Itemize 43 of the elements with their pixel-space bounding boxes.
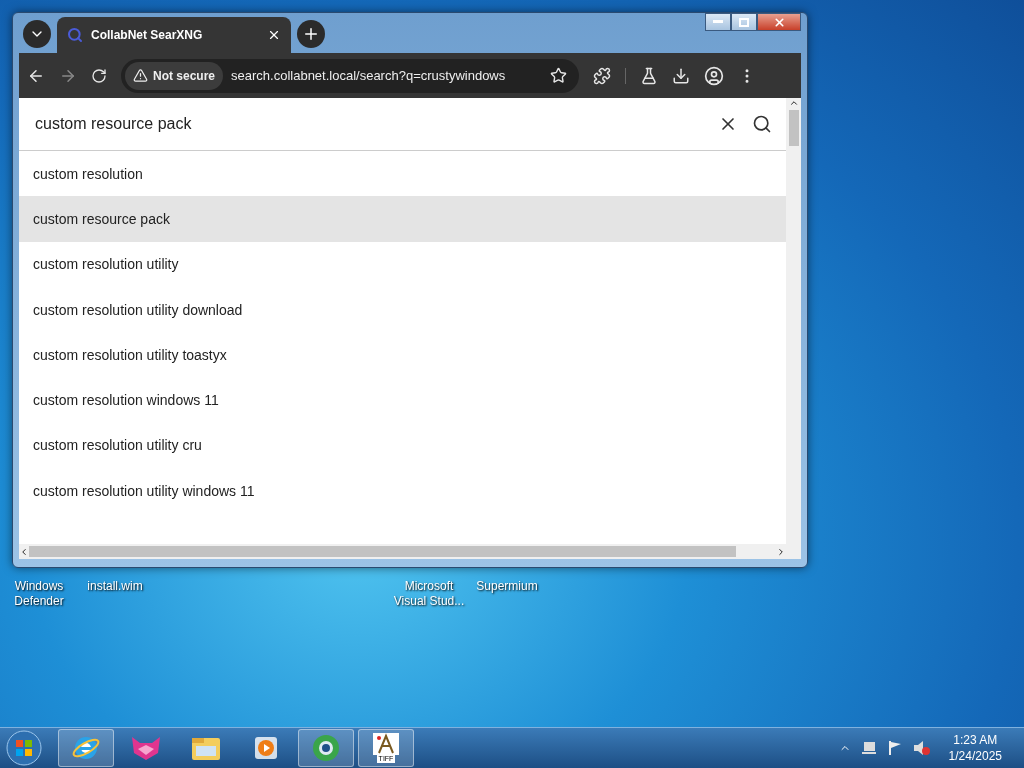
maximize-button[interactable] (731, 13, 757, 31)
flask-icon[interactable] (640, 66, 658, 85)
profile-icon[interactable] (704, 65, 724, 86)
close-icon[interactable] (267, 28, 281, 42)
flag-icon[interactable] (886, 740, 903, 756)
play-icon (254, 736, 278, 760)
warning-icon (133, 68, 148, 83)
scroll-thumb[interactable] (29, 546, 736, 557)
search-icon (67, 27, 83, 43)
scroll-thumb[interactable] (788, 110, 799, 146)
new-tab-button[interactable] (297, 20, 325, 48)
tab-search-button[interactable] (23, 20, 51, 48)
download-icon[interactable] (672, 66, 690, 85)
muted-speaker-icon[interactable] (912, 740, 931, 756)
url-text: search.collabnet.local/search?q=crustywindows (231, 68, 507, 83)
tab-title: CollabNet SearXNG (91, 28, 204, 42)
reload-icon[interactable] (91, 67, 107, 84)
suggestion-item[interactable]: custom resource pack (19, 196, 786, 242)
security-chip[interactable]: Not secure (125, 61, 224, 90)
plus-icon (302, 25, 320, 43)
address-bar[interactable]: Not secure search.collabnet.local/search?q=crustywindows (121, 58, 579, 93)
start-button[interactable] (4, 729, 44, 767)
desktop-icon-label[interactable]: Windows Defender (2, 579, 76, 609)
scroll-up-icon (788, 98, 799, 108)
search-icon[interactable] (752, 114, 772, 134)
scroll-left-icon (19, 546, 29, 557)
close-icon (772, 15, 786, 29)
bookmark-star-icon[interactable] (550, 67, 567, 84)
search-field[interactable]: custom resource pack (33, 114, 704, 134)
browser-tab[interactable]: CollabNet SearXNG (57, 17, 291, 53)
close-button[interactable] (757, 13, 801, 31)
minimize-button[interactable] (705, 13, 731, 31)
minimize-icon (713, 20, 723, 24)
network-icon[interactable] (860, 740, 877, 756)
horizontal-scrollbar[interactable] (19, 544, 801, 559)
maximize-icon (739, 17, 749, 27)
fox-icon (130, 735, 162, 761)
extensions-icon[interactable] (593, 66, 611, 85)
clock[interactable]: 1:23 AM 1/24/2025 (948, 732, 1002, 764)
taskbar-button[interactable] (298, 729, 354, 767)
taskbar-button[interactable] (58, 729, 114, 767)
scroll-right-icon (776, 546, 786, 557)
vertical-scrollbar[interactable] (786, 98, 801, 544)
